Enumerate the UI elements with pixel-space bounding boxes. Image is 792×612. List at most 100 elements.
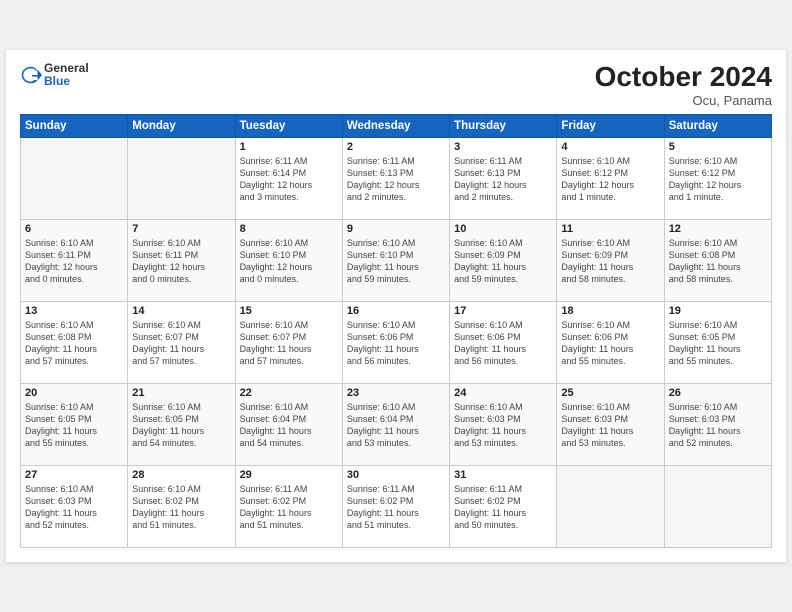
calendar-cell: 27 Sunrise: 6:10 AM Sunset: 6:03 PM Dayli…	[21, 465, 128, 547]
cell-info: Sunrise: 6:10 AM Sunset: 6:06 PM Dayligh…	[347, 319, 445, 368]
cell-info: Sunrise: 6:10 AM Sunset: 6:11 PM Dayligh…	[132, 237, 230, 286]
day-number: 17	[454, 305, 552, 317]
cell-info: Sunrise: 6:11 AM Sunset: 6:13 PM Dayligh…	[454, 155, 552, 204]
logo-icon	[20, 64, 42, 86]
calendar-cell: 29 Sunrise: 6:11 AM Sunset: 6:02 PM Dayli…	[235, 465, 342, 547]
calendar-cell: 9 Sunrise: 6:10 AM Sunset: 6:10 PM Daylig…	[342, 219, 449, 301]
day-number: 25	[561, 387, 659, 399]
day-number: 11	[561, 223, 659, 235]
calendar-cell: 25Sunrise: 6:10 AM Sunset: 6:03 PM Dayli…	[557, 383, 664, 465]
cell-info: Sunrise: 6:10 AM Sunset: 6:03 PM Dayligh…	[25, 483, 123, 532]
day-number: 20	[25, 387, 123, 399]
day-number: 15	[240, 305, 338, 317]
week-row-1: 1Sunrise: 6:11 AM Sunset: 6:14 PM Daylig…	[21, 137, 772, 219]
day-number: 9	[347, 223, 445, 235]
column-header-sunday: Sunday	[21, 114, 128, 137]
calendar-cell	[664, 465, 771, 547]
logo-blue-text: Blue	[44, 75, 89, 88]
cell-info: Sunrise: 6:11 AM Sunset: 6:14 PM Dayligh…	[240, 155, 338, 204]
day-number: 31	[454, 469, 552, 481]
calendar-body: 1Sunrise: 6:11 AM Sunset: 6:14 PM Daylig…	[21, 137, 772, 547]
calendar-cell: 16 Sunrise: 6:10 AM Sunset: 6:06 PM Dayli…	[342, 301, 449, 383]
cell-info: Sunrise: 6:10 AM Sunset: 6:12 PM Dayligh…	[669, 155, 767, 204]
calendar-cell: 4Sunrise: 6:10 AM Sunset: 6:12 PM Daylig…	[557, 137, 664, 219]
calendar-cell: 24 Sunrise: 6:10 AM Sunset: 6:03 PM Dayli…	[450, 383, 557, 465]
calendar-cell: 19 Sunrise: 6:10 AM Sunset: 6:05 PM Dayli…	[664, 301, 771, 383]
calendar-cell: 5 Sunrise: 6:10 AM Sunset: 6:12 PM Daylig…	[664, 137, 771, 219]
month-title: October 2024	[595, 62, 772, 93]
column-header-saturday: Saturday	[664, 114, 771, 137]
day-number: 2	[347, 141, 445, 153]
title-block: October 2024 Ocu, Panama	[595, 62, 772, 108]
day-number: 4	[561, 141, 659, 153]
column-header-friday: Friday	[557, 114, 664, 137]
day-number: 5	[669, 141, 767, 153]
day-number: 21	[132, 387, 230, 399]
day-number: 23	[347, 387, 445, 399]
cell-info: Sunrise: 6:10 AM Sunset: 6:03 PM Dayligh…	[669, 401, 767, 450]
calendar-table: SundayMondayTuesdayWednesdayThursdayFrid…	[20, 114, 772, 548]
cell-info: Sunrise: 6:10 AM Sunset: 6:09 PM Dayligh…	[454, 237, 552, 286]
calendar-cell: 15 Sunrise: 6:10 AM Sunset: 6:07 PM Dayli…	[235, 301, 342, 383]
day-number: 19	[669, 305, 767, 317]
calendar-cell: 21Sunrise: 6:10 AM Sunset: 6:05 PM Dayli…	[128, 383, 235, 465]
calendar-cell: 10 Sunrise: 6:10 AM Sunset: 6:09 PM Dayli…	[450, 219, 557, 301]
week-row-2: 6 Sunrise: 6:10 AM Sunset: 6:11 PM Daylig…	[21, 219, 772, 301]
calendar-cell: 28Sunrise: 6:10 AM Sunset: 6:02 PM Dayli…	[128, 465, 235, 547]
day-number: 14	[132, 305, 230, 317]
cell-info: Sunrise: 6:10 AM Sunset: 6:06 PM Dayligh…	[454, 319, 552, 368]
cell-info: Sunrise: 6:10 AM Sunset: 6:06 PM Dayligh…	[561, 319, 659, 368]
day-number: 18	[561, 305, 659, 317]
day-number: 29	[240, 469, 338, 481]
calendar-cell: 6Sunrise: 6:10 AM Sunset: 6:11 PM Daylig…	[21, 219, 128, 301]
calendar-cell: 23 Sunrise: 6:10 AM Sunset: 6:04 PM Dayli…	[342, 383, 449, 465]
day-number: 26	[669, 387, 767, 399]
week-row-4: 20Sunrise: 6:10 AM Sunset: 6:05 PM Dayli…	[21, 383, 772, 465]
day-number: 6	[25, 223, 123, 235]
calendar-cell: 11Sunrise: 6:10 AM Sunset: 6:09 PM Dayli…	[557, 219, 664, 301]
day-number: 7	[132, 223, 230, 235]
cell-info: Sunrise: 6:10 AM Sunset: 6:04 PM Dayligh…	[347, 401, 445, 450]
cell-info: Sunrise: 6:11 AM Sunset: 6:02 PM Dayligh…	[347, 483, 445, 532]
calendar-cell: 7 Sunrise: 6:10 AM Sunset: 6:11 PM Daylig…	[128, 219, 235, 301]
calendar-cell: 30Sunrise: 6:11 AM Sunset: 6:02 PM Dayli…	[342, 465, 449, 547]
day-number: 24	[454, 387, 552, 399]
cell-info: Sunrise: 6:10 AM Sunset: 6:10 PM Dayligh…	[347, 237, 445, 286]
cell-info: Sunrise: 6:10 AM Sunset: 6:07 PM Dayligh…	[132, 319, 230, 368]
cell-info: Sunrise: 6:10 AM Sunset: 6:04 PM Dayligh…	[240, 401, 338, 450]
calendar-cell: 2 Sunrise: 6:11 AM Sunset: 6:13 PM Daylig…	[342, 137, 449, 219]
cell-info: Sunrise: 6:11 AM Sunset: 6:02 PM Dayligh…	[454, 483, 552, 532]
calendar-cell	[557, 465, 664, 547]
column-header-wednesday: Wednesday	[342, 114, 449, 137]
logo: General Blue	[20, 62, 89, 88]
cell-info: Sunrise: 6:10 AM Sunset: 6:05 PM Dayligh…	[669, 319, 767, 368]
week-row-5: 27 Sunrise: 6:10 AM Sunset: 6:03 PM Dayli…	[21, 465, 772, 547]
calendar-cell	[128, 137, 235, 219]
day-number: 27	[25, 469, 123, 481]
day-number: 13	[25, 305, 123, 317]
calendar-cell: 1Sunrise: 6:11 AM Sunset: 6:14 PM Daylig…	[235, 137, 342, 219]
calendar-cell: 26 Sunrise: 6:10 AM Sunset: 6:03 PM Dayli…	[664, 383, 771, 465]
location: Ocu, Panama	[595, 93, 772, 108]
calendar-cell: 17 Sunrise: 6:10 AM Sunset: 6:06 PM Dayli…	[450, 301, 557, 383]
day-number: 3	[454, 141, 552, 153]
week-row-3: 13 Sunrise: 6:10 AM Sunset: 6:08 PM Dayli…	[21, 301, 772, 383]
calendar-cell: 31 Sunrise: 6:11 AM Sunset: 6:02 PM Dayli…	[450, 465, 557, 547]
day-number: 16	[347, 305, 445, 317]
calendar-cell: 8Sunrise: 6:10 AM Sunset: 6:10 PM Daylig…	[235, 219, 342, 301]
cell-info: Sunrise: 6:11 AM Sunset: 6:13 PM Dayligh…	[347, 155, 445, 204]
day-number: 22	[240, 387, 338, 399]
day-number: 8	[240, 223, 338, 235]
header-row: SundayMondayTuesdayWednesdayThursdayFrid…	[21, 114, 772, 137]
cell-info: Sunrise: 6:11 AM Sunset: 6:02 PM Dayligh…	[240, 483, 338, 532]
cell-info: Sunrise: 6:10 AM Sunset: 6:03 PM Dayligh…	[454, 401, 552, 450]
column-header-thursday: Thursday	[450, 114, 557, 137]
day-number: 10	[454, 223, 552, 235]
cell-info: Sunrise: 6:10 AM Sunset: 6:08 PM Dayligh…	[25, 319, 123, 368]
calendar-header: SundayMondayTuesdayWednesdayThursdayFrid…	[21, 114, 772, 137]
calendar-cell: 12Sunrise: 6:10 AM Sunset: 6:08 PM Dayli…	[664, 219, 771, 301]
calendar-container: General Blue October 2024 Ocu, Panama Su…	[6, 50, 786, 562]
cell-info: Sunrise: 6:10 AM Sunset: 6:07 PM Dayligh…	[240, 319, 338, 368]
calendar-cell: 13 Sunrise: 6:10 AM Sunset: 6:08 PM Dayli…	[21, 301, 128, 383]
column-header-tuesday: Tuesday	[235, 114, 342, 137]
